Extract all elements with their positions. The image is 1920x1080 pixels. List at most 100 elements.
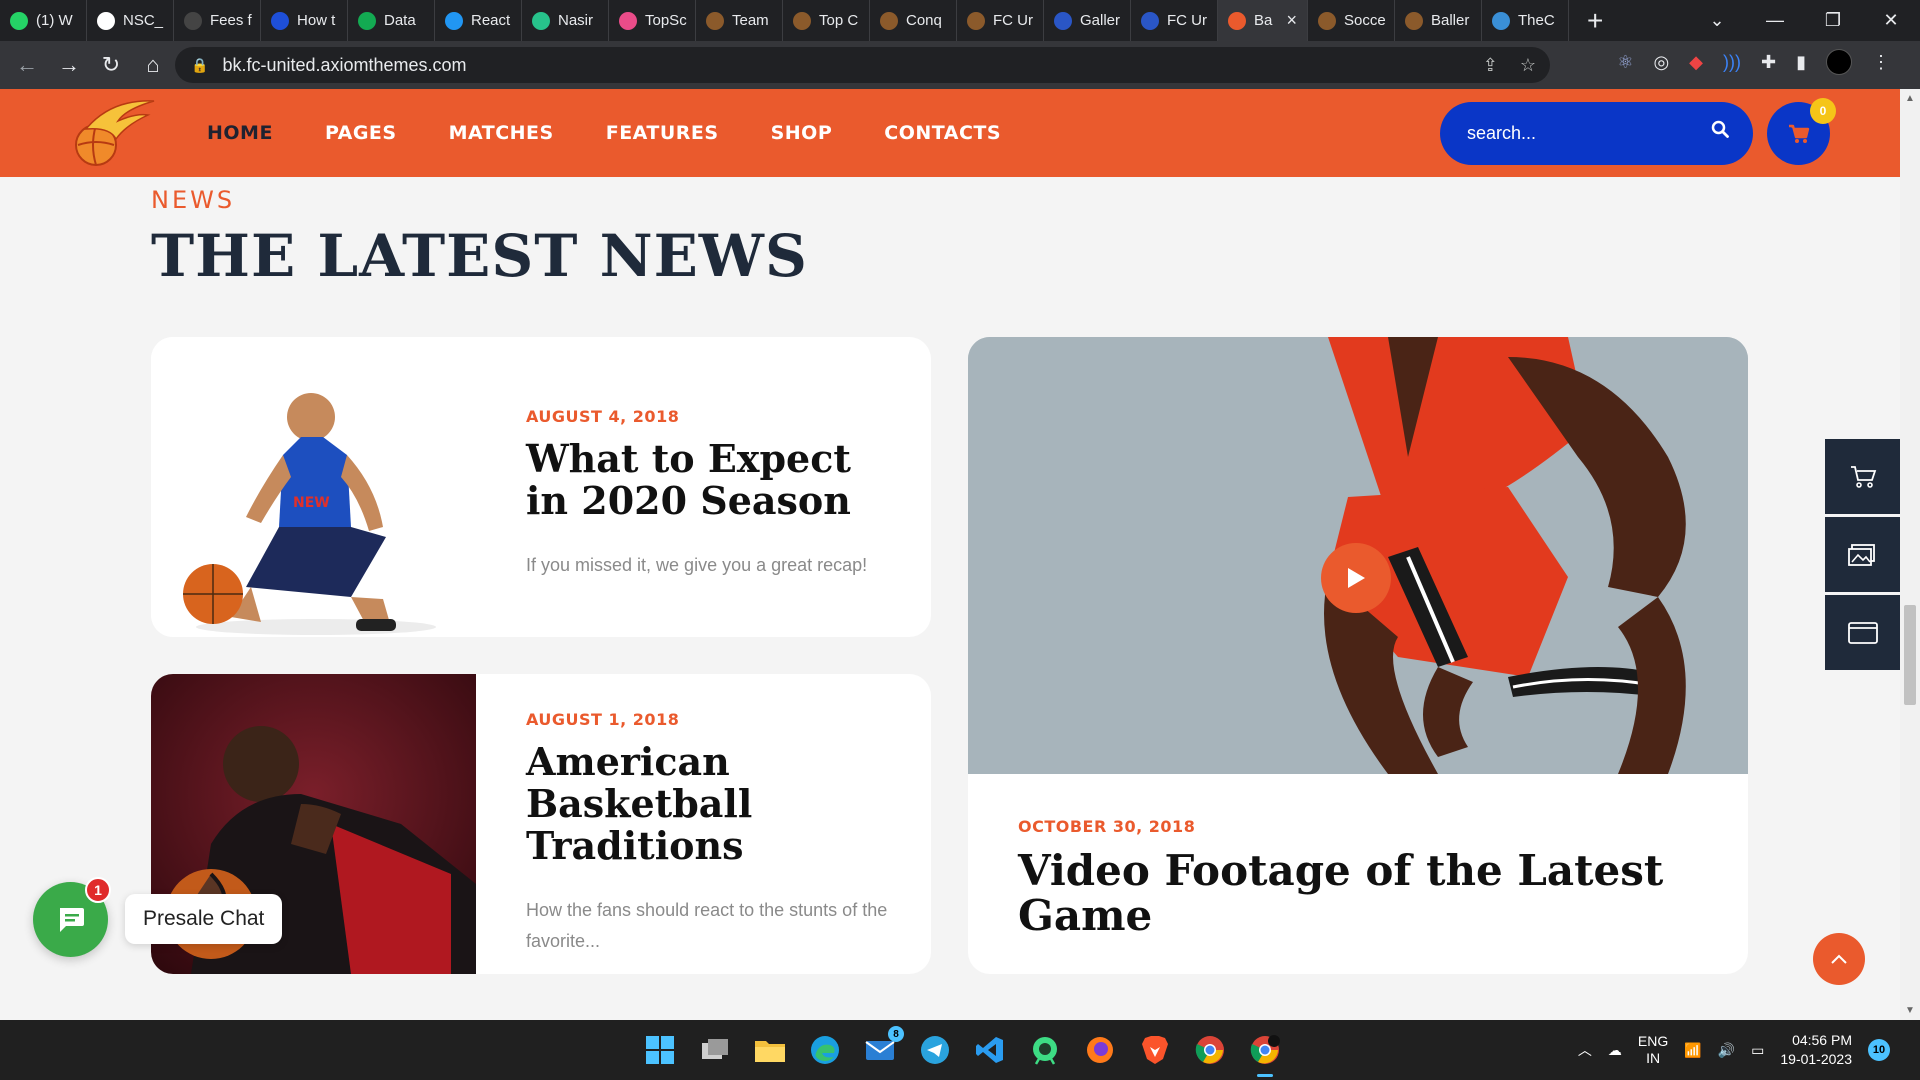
search-icon[interactable] [1711, 120, 1729, 138]
site-logo[interactable] [66, 99, 156, 169]
browser-tab[interactable]: Fees f [174, 0, 261, 41]
clock[interactable]: 04:56 PM 19-01-2023 [1780, 1031, 1852, 1069]
close-window-button[interactable]: ✕ [1862, 10, 1920, 31]
browser-tab[interactable]: Baller [1395, 0, 1482, 41]
chat-label[interactable]: Presale Chat [125, 894, 283, 944]
post-excerpt: If you missed it, we give you a great re… [526, 555, 868, 575]
buy-theme-button[interactable] [1825, 439, 1900, 514]
browser-tab[interactable]: React [435, 0, 522, 41]
minimize-button[interactable]: — [1746, 10, 1804, 31]
post-date[interactable]: AUGUST 4, 2018 [526, 407, 896, 426]
color-picker-icon[interactable]: ◆ [1689, 52, 1703, 73]
browser-tab[interactable]: Socce [1308, 0, 1395, 41]
browser-tab[interactable]: TheC [1482, 0, 1569, 41]
browser-tab[interactable]: Galler [1044, 0, 1131, 41]
layouts-button[interactable] [1825, 595, 1900, 670]
browser-tab[interactable]: Team [696, 0, 783, 41]
start-menu-icon[interactable] [640, 1030, 680, 1070]
scroll-down-icon[interactable]: ▼ [1905, 1005, 1915, 1016]
browser-tab[interactable]: (1) W [0, 0, 87, 41]
browser-menu-icon[interactable]: ⋮ [1872, 52, 1890, 73]
battery-icon[interactable]: ▭ [1751, 1042, 1764, 1059]
mail-icon[interactable]: 8 [860, 1026, 904, 1070]
section-eyebrow: NEWS [151, 186, 236, 214]
nav-matches[interactable]: MATCHES [449, 122, 554, 144]
post-title[interactable]: What to Expect in 2020 Season [526, 438, 896, 522]
browser-tab[interactable]: Ba × [1218, 0, 1308, 41]
forward-icon[interactable]: → [48, 52, 90, 78]
bookmark-star-icon[interactable]: ☆ [1520, 55, 1536, 76]
extensions-puzzle-icon[interactable]: ✚ [1761, 52, 1776, 73]
browser-tab-label: How t [297, 12, 336, 29]
address-bar[interactable]: 🔒 bk.fc-united.axiomthemes.com ⇪ ☆ [175, 47, 1550, 83]
browser-tab[interactable]: Conq [870, 0, 957, 41]
restore-button[interactable]: ❐ [1804, 10, 1862, 31]
search-input[interactable]: search... [1440, 102, 1753, 165]
browser-tab-label: Ba [1254, 12, 1273, 29]
globe-icon [1492, 11, 1510, 30]
vscode-icon[interactable] [970, 1030, 1010, 1070]
edge-browser-icon[interactable] [805, 1030, 845, 1070]
browser-tab[interactable]: Data [348, 0, 435, 41]
telegram-icon[interactable] [915, 1030, 955, 1070]
browser-tab[interactable]: FC Ur [957, 0, 1044, 41]
browser-tab-strip: (1) W NSC_ Fees f How t Data React Nasir TopSc T… [0, 0, 1920, 41]
back-to-top-button[interactable] [1813, 933, 1865, 985]
reload-icon[interactable]: ↻ [90, 52, 132, 78]
post-thumbnail-player-sitting[interactable]: NEW [151, 337, 476, 637]
play-icon [1348, 568, 1365, 588]
back-icon[interactable]: ← [6, 52, 48, 78]
post-date[interactable]: OCTOBER 30, 2018 [1018, 817, 1718, 836]
cart-count-badge: 0 [1810, 98, 1836, 124]
wifi-icon[interactable]: 📶 [1684, 1042, 1701, 1059]
browser-tab-label: TopSc [645, 12, 687, 29]
react-devtools-icon[interactable]: ⚛ [1617, 52, 1633, 73]
task-view-icon[interactable] [695, 1030, 735, 1070]
post-date[interactable]: AUGUST 1, 2018 [526, 710, 896, 729]
demos-button[interactable] [1825, 517, 1900, 592]
volume-icon[interactable]: 🔊 [1718, 1042, 1735, 1059]
nav-features[interactable]: FEATURES [606, 122, 719, 144]
scrollbar-thumb[interactable] [1904, 605, 1916, 705]
post-title[interactable]: Video Footage of the Latest Game [1018, 848, 1718, 938]
lock-icon[interactable]: 🔒 [191, 57, 208, 74]
android-studio-icon[interactable] [1025, 1030, 1065, 1070]
nav-home[interactable]: HOME [207, 122, 273, 144]
new-tab-button[interactable]: + [1587, 5, 1603, 37]
nav-shop[interactable]: SHOP [771, 122, 833, 144]
browser-tab[interactable]: Nasir [522, 0, 609, 41]
browser-tab[interactable]: NSC_ [87, 0, 174, 41]
home-icon[interactable]: ⌂ [132, 52, 174, 78]
extension-wave-icon[interactable]: ))) [1723, 52, 1741, 73]
tab-search-icon[interactable]: ⌄ [1688, 10, 1746, 31]
post-title[interactable]: American Basketball Traditions [526, 741, 896, 867]
play-video-button[interactable] [1321, 543, 1391, 613]
profile-avatar[interactable] [1826, 49, 1852, 75]
browser-tab[interactable]: How t [261, 0, 348, 41]
nav-pages[interactable]: PAGES [325, 122, 397, 144]
video-thumbnail[interactable] [968, 337, 1748, 774]
featured-news-card[interactable]: OCTOBER 30, 2018 Video Footage of the La… [968, 337, 1748, 974]
close-tab-icon[interactable]: × [1286, 10, 1297, 31]
browser-tab-label: Nasir [558, 12, 594, 29]
browser-tab[interactable]: FC Ur [1131, 0, 1218, 41]
search-placeholder: search... [1467, 123, 1537, 143]
share-icon[interactable]: ⇪ [1483, 55, 1498, 76]
brave-icon[interactable] [1135, 1030, 1175, 1070]
chrome-icon[interactable] [1190, 1030, 1230, 1070]
onedrive-icon[interactable]: ☁ [1608, 1042, 1622, 1059]
browser-tab[interactable]: Top C [783, 0, 870, 41]
firefox-icon[interactable] [1080, 1030, 1120, 1070]
side-panel-icon[interactable]: ▮ [1796, 52, 1806, 73]
file-explorer-icon[interactable] [750, 1030, 790, 1070]
scroll-up-icon[interactable]: ▲ [1905, 93, 1915, 104]
show-hidden-icons-icon[interactable]: ︿ [1578, 1040, 1592, 1060]
browser-tab[interactable]: TopSc [609, 0, 696, 41]
page-scrollbar[interactable]: ▲ ▼ [1900, 89, 1920, 1020]
chrome-profile-icon[interactable] [1245, 1030, 1285, 1077]
extension-target-icon[interactable]: ◎ [1653, 52, 1669, 73]
input-language[interactable]: ENG IN [1638, 1033, 1668, 1067]
nav-contacts[interactable]: CONTACTS [884, 122, 1001, 144]
news-card[interactable]: NEW AUGUST 4, 2018 What to Expect in 202… [151, 337, 931, 637]
notification-count-badge[interactable]: 10 [1868, 1039, 1890, 1061]
